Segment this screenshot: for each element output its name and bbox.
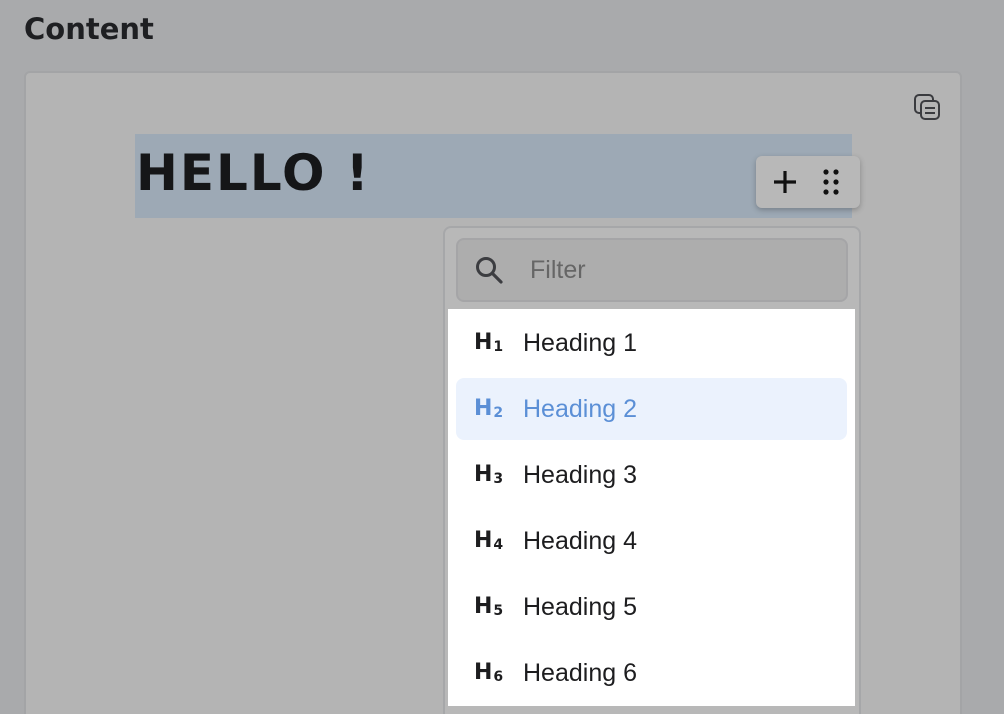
heading-5-icon: H5 xyxy=(474,594,504,619)
menu-item-heading-6[interactable]: H6 Heading 6 xyxy=(456,642,847,704)
heading-3-icon: H3 xyxy=(474,462,504,487)
menu-item-label: Heading 1 xyxy=(523,328,637,357)
heading-1-icon: H1 xyxy=(474,330,504,355)
menu-item-label: Heading 5 xyxy=(523,592,637,621)
heading-options-list: H1 Heading 1 H2 Heading 2 H3 Heading 3 H… xyxy=(448,309,855,706)
copy-button[interactable] xyxy=(912,92,942,122)
menu-item-heading-5[interactable]: H5 Heading 5 xyxy=(456,576,847,638)
menu-item-label: Heading 6 xyxy=(523,658,637,687)
plus-icon xyxy=(774,171,796,193)
heading-6-icon: H6 xyxy=(474,660,504,685)
search-icon xyxy=(474,253,504,287)
heading-4-icon: H4 xyxy=(474,528,504,553)
drag-handle-button[interactable] xyxy=(811,162,851,202)
menu-item-label: Heading 2 xyxy=(523,394,637,423)
menu-item-heading-1[interactable]: H1 Heading 1 xyxy=(456,312,847,374)
menu-item-heading-4[interactable]: H4 Heading 4 xyxy=(456,510,847,572)
filter-input[interactable] xyxy=(530,240,852,300)
menu-item-label: Heading 4 xyxy=(523,526,637,555)
menu-item-heading-3[interactable]: H3 Heading 3 xyxy=(456,444,847,506)
block-toolbar xyxy=(756,156,860,208)
heading-text[interactable]: HELLO ! xyxy=(136,143,371,203)
section-title: Content xyxy=(24,12,154,46)
copy-icon xyxy=(914,94,940,120)
heading-2-icon: H2 xyxy=(474,396,504,421)
menu-item-label: Heading 3 xyxy=(523,460,637,489)
drag-handle-icon xyxy=(823,169,839,195)
add-block-button[interactable] xyxy=(765,162,805,202)
menu-item-heading-2[interactable]: H2 Heading 2 xyxy=(456,378,847,440)
filter-box xyxy=(456,238,852,302)
